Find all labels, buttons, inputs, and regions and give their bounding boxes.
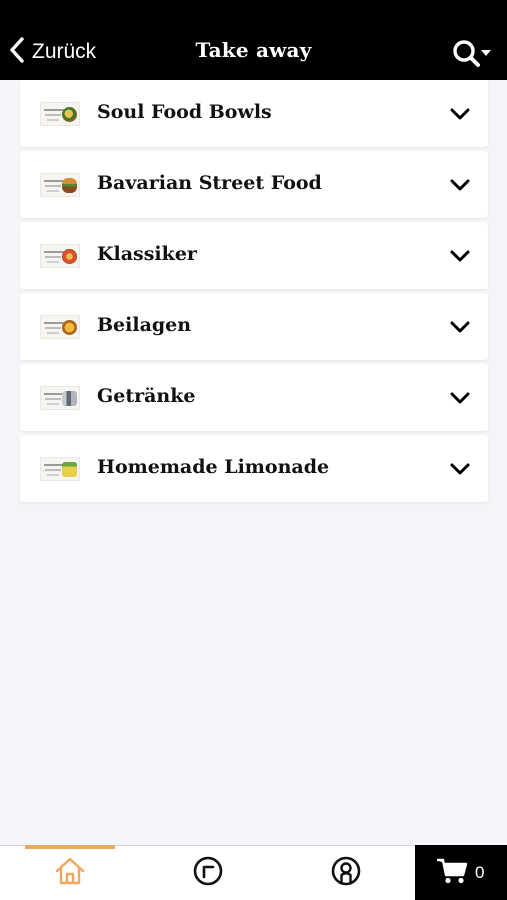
cart-icon bbox=[415, 857, 469, 890]
category-thumbnail bbox=[40, 386, 80, 410]
app-header: Zurück Take away bbox=[0, 0, 507, 80]
chevron-down-icon bbox=[450, 320, 470, 334]
chevron-down-icon bbox=[450, 249, 470, 263]
page-title: Take away bbox=[195, 38, 312, 62]
search-button[interactable] bbox=[451, 38, 493, 70]
chevron-down-icon bbox=[450, 107, 470, 121]
history-icon bbox=[192, 855, 224, 892]
nav-home[interactable] bbox=[25, 845, 115, 900]
category-thumbnail bbox=[40, 244, 80, 268]
category-label: Getränke bbox=[97, 385, 196, 407]
category-thumbnail bbox=[40, 315, 80, 339]
drinks-icon bbox=[62, 391, 77, 406]
category-label: Soul Food Bowls bbox=[97, 101, 272, 123]
burger-icon bbox=[62, 178, 77, 193]
category-list: Soul Food Bowls Bavarian Street Food Kla… bbox=[20, 80, 488, 506]
chevron-down-icon bbox=[450, 462, 470, 476]
food-icon bbox=[62, 249, 77, 264]
nav-account[interactable] bbox=[301, 846, 391, 900]
category-thumbnail bbox=[40, 457, 80, 481]
category-label: Klassiker bbox=[97, 243, 197, 265]
fries-icon bbox=[62, 320, 77, 335]
category-label: Bavarian Street Food bbox=[97, 172, 322, 194]
category-thumbnail bbox=[40, 102, 80, 126]
active-indicator bbox=[25, 845, 115, 849]
category-label: Beilagen bbox=[97, 314, 192, 336]
bowl-icon bbox=[62, 107, 77, 122]
category-beilagen[interactable]: Beilagen bbox=[20, 293, 488, 360]
cart-button[interactable]: 0 bbox=[415, 845, 507, 900]
category-klassiker[interactable]: Klassiker bbox=[20, 222, 488, 289]
nav-history[interactable] bbox=[163, 846, 253, 900]
chevron-down-icon bbox=[450, 391, 470, 405]
lemonade-icon bbox=[62, 462, 77, 477]
chevron-down-icon bbox=[450, 178, 470, 192]
home-icon bbox=[54, 855, 86, 892]
account-icon bbox=[330, 855, 362, 892]
category-soul-food-bowls[interactable]: Soul Food Bowls bbox=[20, 80, 488, 147]
category-thumbnail bbox=[40, 173, 80, 197]
search-icon bbox=[451, 40, 493, 74]
category-getraenke[interactable]: Getränke bbox=[20, 364, 488, 431]
bottom-nav: 0 bbox=[0, 845, 507, 900]
category-homemade-limonade[interactable]: Homemade Limonade bbox=[20, 435, 488, 502]
category-label: Homemade Limonade bbox=[97, 456, 330, 478]
category-bavarian-street-food[interactable]: Bavarian Street Food bbox=[20, 151, 488, 218]
cart-count: 0 bbox=[475, 863, 485, 882]
